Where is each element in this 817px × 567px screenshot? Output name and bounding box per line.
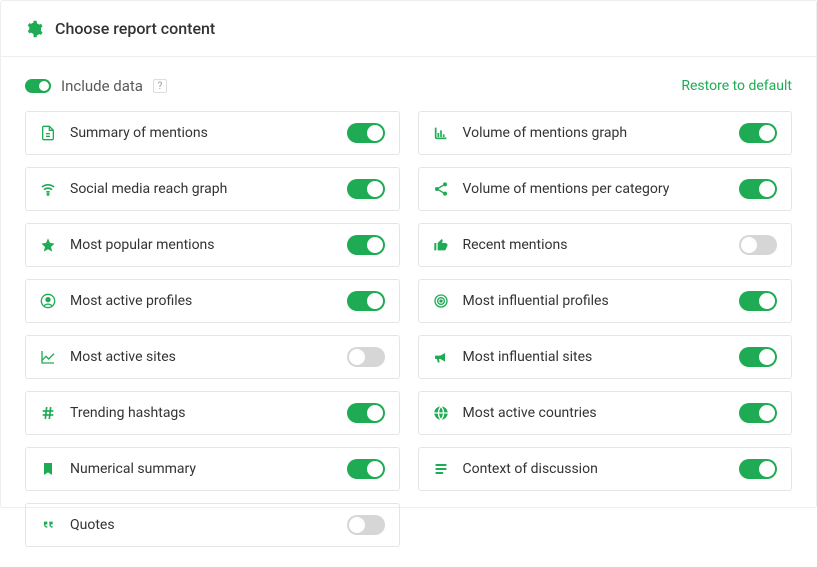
toggle-quotes[interactable] <box>347 515 385 535</box>
option-label: Trending hashtags <box>70 405 186 421</box>
option-card-context: Context of discussion <box>418 447 793 491</box>
card-left: Quotes <box>40 517 115 533</box>
options-column-left: Summary of mentions Social media reach gr… <box>25 111 400 547</box>
option-card-hashtags: Trending hashtags <box>25 391 400 435</box>
option-card-popular-mentions: Most popular mentions <box>25 223 400 267</box>
option-card-reach-graph: Social media reach graph <box>25 167 400 211</box>
toggle-context[interactable] <box>739 459 777 479</box>
quote-icon <box>40 517 56 533</box>
card-left: Volume of mentions per category <box>433 181 670 197</box>
card-left: Volume of mentions graph <box>433 125 628 141</box>
toggle-reach-graph[interactable] <box>347 179 385 199</box>
toggle-popular-mentions[interactable] <box>347 235 385 255</box>
option-label: Recent mentions <box>463 237 568 253</box>
card-left: Trending hashtags <box>40 405 186 421</box>
document-icon <box>40 125 56 141</box>
card-left: Most influential profiles <box>433 293 609 309</box>
toggle-active-profiles[interactable] <box>347 291 385 311</box>
option-label: Numerical summary <box>70 461 196 477</box>
target-icon <box>433 293 449 309</box>
toggle-volume-category[interactable] <box>739 179 777 199</box>
include-data-label: Include data <box>61 77 143 95</box>
option-label: Social media reach graph <box>70 181 227 197</box>
share-icon <box>433 181 449 197</box>
card-left: Summary of mentions <box>40 125 208 141</box>
gear-icon <box>25 20 43 38</box>
card-left: Most active sites <box>40 349 176 365</box>
option-label: Most active countries <box>463 405 597 421</box>
card-left: Most influential sites <box>433 349 593 365</box>
option-card-volume-category: Volume of mentions per category <box>418 167 793 211</box>
option-label: Most active profiles <box>70 293 192 309</box>
option-card-active-profiles: Most active profiles <box>25 279 400 323</box>
option-label: Volume of mentions per category <box>463 181 670 197</box>
toggle-summary[interactable] <box>347 123 385 143</box>
options-column-right: Volume of mentions graph Volume of mentio… <box>418 111 793 547</box>
bar-chart-icon <box>433 125 449 141</box>
line-chart-icon <box>40 349 56 365</box>
card-left: Most popular mentions <box>40 237 215 253</box>
toggle-active-sites[interactable] <box>347 347 385 367</box>
card-left: Social media reach graph <box>40 181 227 197</box>
option-card-countries: Most active countries <box>418 391 793 435</box>
star-icon <box>40 237 56 253</box>
option-card-volume-graph: Volume of mentions graph <box>418 111 793 155</box>
wifi-icon <box>40 181 56 197</box>
subheader-left: Include data ? <box>25 77 167 95</box>
card-left: Most active profiles <box>40 293 192 309</box>
option-label: Most popular mentions <box>70 237 215 253</box>
card-left: Recent mentions <box>433 237 568 253</box>
bullhorn-icon <box>433 349 449 365</box>
card-left: Numerical summary <box>40 461 196 477</box>
user-circle-icon <box>40 293 56 309</box>
option-card-summary: Summary of mentions <box>25 111 400 155</box>
option-label: Volume of mentions graph <box>463 125 628 141</box>
toggle-countries[interactable] <box>739 403 777 423</box>
option-card-active-sites: Most active sites <box>25 335 400 379</box>
toggle-influential-profiles[interactable] <box>739 291 777 311</box>
option-card-influential-profiles: Most influential profiles <box>418 279 793 323</box>
card-left: Most active countries <box>433 405 597 421</box>
include-data-toggle[interactable] <box>25 79 51 93</box>
restore-default-link[interactable]: Restore to default <box>681 78 792 94</box>
panel-header: Choose report content <box>1 1 816 57</box>
globe-icon <box>433 405 449 421</box>
option-card-influential-sites: Most influential sites <box>418 335 793 379</box>
option-card-quotes: Quotes <box>25 503 400 547</box>
option-card-recent-mentions: Recent mentions <box>418 223 793 267</box>
thumbs-up-icon <box>433 237 449 253</box>
toggle-recent-mentions[interactable] <box>739 235 777 255</box>
help-icon[interactable]: ? <box>153 79 167 93</box>
toggle-influential-sites[interactable] <box>739 347 777 367</box>
bookmark-icon <box>40 461 56 477</box>
option-label: Most influential profiles <box>463 293 609 309</box>
panel-body: Include data ? Restore to default Summar… <box>1 57 816 567</box>
option-label: Quotes <box>70 517 115 533</box>
option-label: Summary of mentions <box>70 125 208 141</box>
panel-title: Choose report content <box>55 19 215 38</box>
options-grid: Summary of mentions Social media reach gr… <box>25 111 792 547</box>
hashtag-icon <box>40 405 56 421</box>
toggle-hashtags[interactable] <box>347 403 385 423</box>
toggle-numerical[interactable] <box>347 459 385 479</box>
list-icon <box>433 461 449 477</box>
subheader: Include data ? Restore to default <box>25 77 792 95</box>
card-left: Context of discussion <box>433 461 598 477</box>
option-label: Most active sites <box>70 349 176 365</box>
option-card-numerical: Numerical summary <box>25 447 400 491</box>
report-content-panel: Choose report content Include data ? Res… <box>0 0 817 508</box>
toggle-volume-graph[interactable] <box>739 123 777 143</box>
option-label: Most influential sites <box>463 349 593 365</box>
option-label: Context of discussion <box>463 461 598 477</box>
